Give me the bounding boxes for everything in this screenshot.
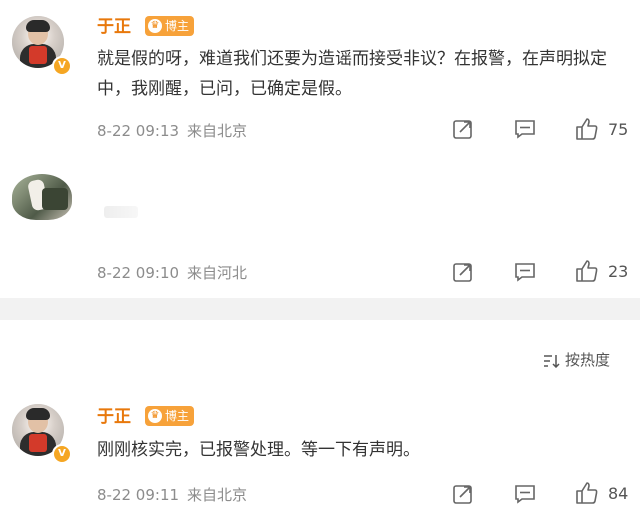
- comment-time: 8-22 09:11: [97, 486, 180, 504]
- username[interactable]: 于正: [97, 12, 131, 37]
- comment-text: 就是假的呀，难道我们还要为造谣而接受非议？在报警，在声明拟定中，我刚醒，已问，已…: [97, 49, 607, 99]
- verified-icon: V: [52, 56, 72, 76]
- share-icon[interactable]: [452, 261, 474, 283]
- thumb-up-icon[interactable]: [574, 258, 600, 284]
- thumb-up-icon[interactable]: [574, 116, 600, 142]
- thumb-up-icon[interactable]: [574, 480, 600, 506]
- share-icon[interactable]: [452, 118, 474, 140]
- username[interactable]: 于正: [97, 402, 131, 427]
- sort-icon: [544, 354, 560, 368]
- comment-time: 8-22 09:10: [97, 264, 180, 282]
- comment-location: 来自北京: [187, 486, 248, 504]
- comment-meta: 8-22 09:11 来自北京: [97, 484, 247, 505]
- sort-button[interactable]: 按热度: [543, 349, 610, 370]
- comment-meta: 8-22 09:13 来自北京: [97, 120, 247, 141]
- blurred-text: [104, 206, 138, 218]
- avatar[interactable]: [12, 174, 72, 220]
- crown-icon: ♛: [148, 409, 162, 423]
- blogger-badge: ♛ 博主: [145, 406, 195, 426]
- blogger-badge: ♛ 博主: [145, 16, 195, 36]
- badge-label: 博主: [165, 19, 190, 33]
- sort-label: 按热度: [565, 351, 611, 369]
- like-count: 84: [608, 484, 629, 503]
- section-divider: [0, 298, 640, 320]
- like-count: 23: [608, 262, 629, 281]
- like-count: 75: [608, 120, 629, 139]
- crown-icon: ♛: [148, 19, 162, 33]
- comment-location: 来自河北: [187, 264, 248, 282]
- share-icon[interactable]: [452, 483, 474, 505]
- comment-meta: 8-22 09:10 来自河北: [97, 262, 247, 283]
- badge-label: 博主: [165, 409, 190, 423]
- comment-location: 来自北京: [187, 122, 248, 140]
- comment-text: 刚刚核实完，已报警处理。等一下有声明。: [97, 440, 420, 460]
- comment-time: 8-22 09:13: [97, 122, 180, 140]
- comment-icon[interactable]: [514, 118, 536, 140]
- comment-card-1: V 于正 ♛ 博主 就是假的呀，难道我们还要为造谣而接受非议？在报警，在声明拟定…: [0, 0, 640, 298]
- comment-icon[interactable]: [514, 483, 536, 505]
- verified-icon: V: [52, 444, 72, 464]
- comment-card-2: 按热度 V 于正 ♛ 博主 刚刚核实完，已报警处理。等一下有声明。 8-22 0…: [0, 320, 640, 523]
- comment-icon[interactable]: [514, 261, 536, 283]
